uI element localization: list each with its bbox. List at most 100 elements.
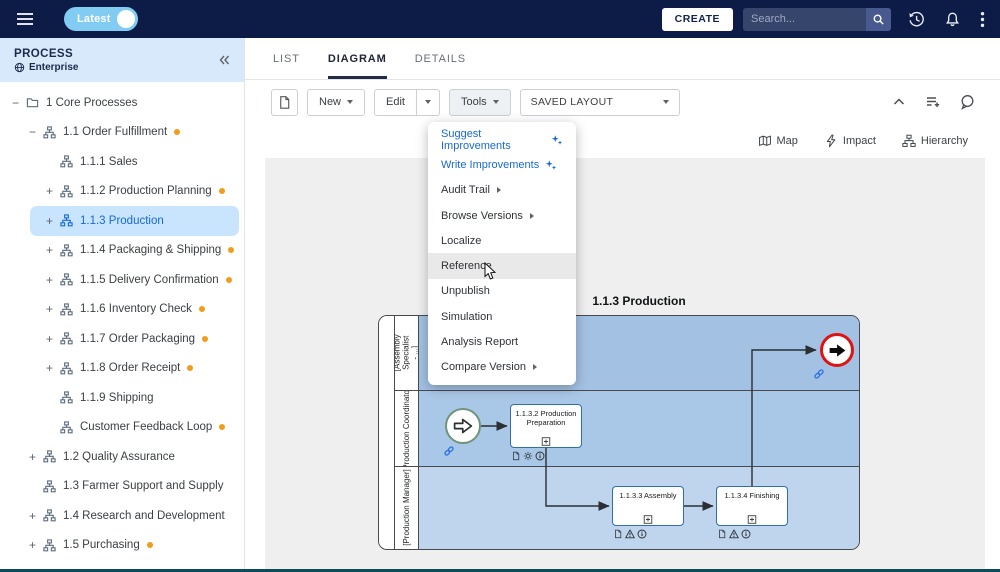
menu-item-browse-versions[interactable]: Browse Versions	[428, 203, 576, 228]
menu-item-reference[interactable]: Reference	[428, 253, 576, 279]
latest-toggle[interactable]: Latest	[64, 7, 138, 31]
comments-button[interactable]	[959, 94, 975, 110]
pool-label-strip	[379, 316, 395, 549]
chevron-up-icon	[891, 94, 907, 110]
menu-item-suggest-improvements[interactable]: Suggest Improvements	[428, 127, 576, 152]
tree-expander[interactable]: +	[46, 332, 60, 346]
subprocess-marker-icon[interactable]	[542, 437, 551, 446]
impact-action[interactable]: Impact	[824, 134, 876, 148]
document-icon	[511, 451, 521, 461]
status-dot-orange	[198, 306, 205, 313]
tree-item-label: 1.1.5 Delivery Confirmation	[80, 273, 219, 286]
task-production-preparation[interactable]: 1.1.3.2 Production Preparation	[510, 404, 582, 448]
edit-button[interactable]: Edit	[374, 88, 417, 116]
search-box	[743, 7, 891, 31]
tab-details[interactable]: DETAILS	[415, 38, 466, 79]
diagram-canvas[interactable]: 1.1.3 Production [Assembly Specialist - …	[265, 158, 985, 569]
tree-item-support-processes[interactable]: + 2 Support Processes	[0, 560, 244, 569]
task-assembly[interactable]: 1.1.3.3 Assembly	[612, 486, 684, 526]
tree-expander[interactable]: −	[12, 96, 26, 110]
tree-item-inventory-check[interactable]: + 1.1.6 Inventory Check	[0, 295, 244, 325]
document-icon	[613, 529, 623, 539]
task-attachment-badges	[613, 529, 647, 539]
tree-expander[interactable]: +	[46, 302, 60, 316]
tree-item-order-packaging[interactable]: + 1.1.7 Order Packaging	[0, 324, 244, 354]
task-finishing[interactable]: 1.1.3.4 Finishing	[716, 486, 788, 526]
info-icon	[741, 529, 751, 539]
chevron-down-icon	[347, 100, 354, 104]
new-button[interactable]: New	[307, 88, 366, 116]
tree-item-farmer-support[interactable]: 1.3 Farmer Support and Supply	[0, 472, 244, 502]
tab-diagram[interactable]: DIAGRAM	[327, 38, 387, 79]
tree-expander[interactable]: +	[46, 214, 60, 228]
tree-expander[interactable]: +	[29, 450, 43, 464]
tree-item-core-processes[interactable]: − 1 Core Processes	[0, 88, 244, 118]
more-options-button[interactable]	[980, 11, 985, 28]
tree-item-research-development[interactable]: + 1.4 Research and Development	[0, 501, 244, 531]
process-icon	[43, 450, 57, 463]
tree-item-order-receipt[interactable]: + 1.1.8 Order Receipt	[0, 354, 244, 384]
tree-item-sales[interactable]: 1.1.1 Sales	[0, 147, 244, 177]
history-button[interactable]	[908, 11, 925, 28]
tree-item-customer-feedback-loop[interactable]: Customer Feedback Loop	[0, 413, 244, 443]
tree-item-quality-assurance[interactable]: + 1.2 Quality Assurance	[0, 442, 244, 472]
chevron-down-icon	[662, 100, 669, 104]
end-event[interactable]	[820, 333, 854, 367]
edit-dropdown-button[interactable]	[416, 88, 440, 116]
subprocess-marker-icon[interactable]	[644, 515, 653, 524]
menu-item-compare-version[interactable]: Compare Version	[428, 355, 576, 380]
tree-item-delivery-confirmation[interactable]: + 1.1.5 Delivery Confirmation	[0, 265, 244, 295]
document-icon	[277, 95, 292, 110]
tree-expander[interactable]: +	[46, 361, 60, 375]
bell-icon	[944, 11, 961, 28]
task-label: 1.1.3.3 Assembly	[619, 491, 677, 500]
map-action[interactable]: Map	[758, 134, 798, 148]
menu-item-unpublish[interactable]: Unpublish	[428, 279, 576, 304]
tree-item-production-planning[interactable]: + 1.1.2 Production Planning	[0, 177, 244, 207]
tree-expander[interactable]: +	[46, 184, 60, 198]
create-button[interactable]: CREATE	[661, 7, 733, 31]
info-icon	[535, 451, 545, 461]
new-button-label: New	[319, 96, 342, 108]
menu-item-analysis-report[interactable]: Analysis Report	[428, 329, 576, 354]
link-icon[interactable]	[443, 445, 455, 457]
tree-expander[interactable]: +	[46, 243, 60, 257]
subprocess-marker-icon[interactable]	[748, 515, 757, 524]
tree-expander[interactable]: +	[29, 538, 43, 552]
tree-item-order-fulfillment[interactable]: − 1.1 Order Fulfillment	[0, 118, 244, 148]
tab-list[interactable]: LIST	[273, 38, 300, 79]
sidebar-collapse-button[interactable]	[216, 52, 232, 68]
menu-item-audit-trail[interactable]: Audit Trail	[428, 178, 576, 203]
menu-item-write-improvements[interactable]: Write Improvements	[428, 152, 576, 177]
hamburger-menu-button[interactable]	[16, 12, 34, 26]
sidebar-header: PROCESS Enterprise	[0, 38, 244, 82]
status-dot-orange	[187, 365, 194, 372]
process-icon	[60, 214, 74, 227]
start-event[interactable]	[445, 408, 481, 444]
link-icon[interactable]	[813, 368, 825, 380]
tree-item-production-selected[interactable]: + 1.1.3 Production	[30, 206, 239, 236]
tree-item-purchasing[interactable]: + 1.5 Purchasing	[0, 531, 244, 561]
document-button[interactable]	[271, 88, 298, 116]
hierarchy-action[interactable]: Hierarchy	[902, 134, 968, 148]
tools-button[interactable]: Tools	[448, 88, 511, 116]
tree-expander[interactable]: +	[29, 509, 43, 523]
block-arrow-outline-icon	[451, 414, 475, 438]
lane-label-text: [Production Coordinator]	[402, 391, 411, 466]
menu-item-label: Suggest Improvements	[441, 127, 511, 152]
menu-item-simulation[interactable]: Simulation	[428, 304, 576, 329]
process-icon	[60, 244, 74, 257]
search-button[interactable]	[866, 7, 891, 31]
tree-item-shipping[interactable]: 1.1.9 Shipping	[0, 383, 244, 413]
collapse-toolbar-button[interactable]	[891, 94, 907, 110]
tree-item-packaging-shipping[interactable]: + 1.1.4 Packaging & Shipping	[0, 236, 244, 266]
tree-expander[interactable]: +	[46, 273, 60, 287]
hierarchy-icon	[902, 134, 916, 148]
notifications-button[interactable]	[944, 11, 961, 28]
layout-select[interactable]: SAVED LAYOUT	[519, 88, 680, 116]
menu-item-localize[interactable]: Localize	[428, 228, 576, 253]
status-dot-orange	[225, 276, 232, 283]
search-input[interactable]	[743, 7, 866, 31]
add-note-button[interactable]	[925, 94, 941, 110]
tree-expander[interactable]: −	[29, 125, 43, 139]
